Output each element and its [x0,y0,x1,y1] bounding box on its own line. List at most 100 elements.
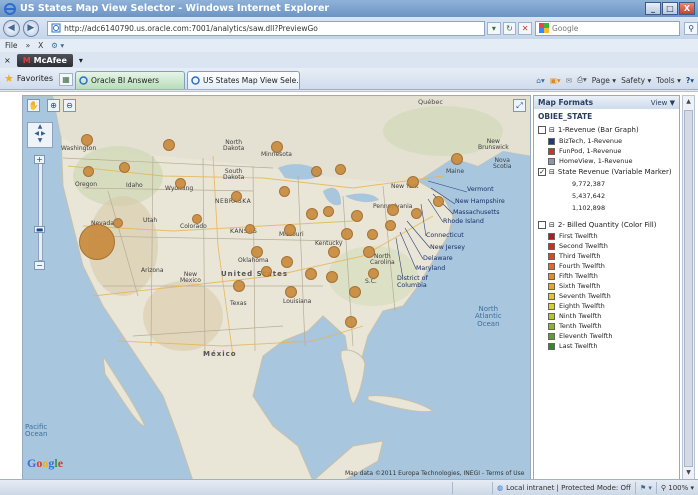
expand-icon[interactable]: ⊟ [549,221,555,229]
maximize-button[interactable]: □ [662,2,678,15]
revenue-marker-connecticut[interactable] [433,196,444,207]
revenue-marker-kansas[interactable] [245,224,255,234]
menu-close-x[interactable]: X [38,41,43,50]
quick-tabs-icon[interactable]: ▦ [59,73,74,86]
revenue-marker-new-york[interactable] [407,176,419,188]
format-checkbox-revenue-bar[interactable] [538,126,546,134]
revenue-marker-nebraska[interactable] [231,191,242,202]
revenue-marker-montana[interactable] [163,139,175,151]
legend-item: BizTech, 1-Revenue [534,136,679,146]
revenue-marker-oklahoma[interactable] [251,246,263,258]
revenue-marker-missouri[interactable] [284,224,296,236]
zoom-out-icon[interactable]: ⊖ [63,99,76,112]
revenue-marker-south-carolina[interactable] [368,268,379,279]
revenue-marker-texas[interactable] [233,280,245,292]
revenue-marker-california[interactable] [79,224,115,260]
zoom-in-icon[interactable]: ⊕ [47,99,60,112]
map-view[interactable]: Québec Washington North Dakota Minnesota… [22,95,531,480]
legend-item: Last Twelfth [534,341,679,351]
back-button[interactable]: ◀ [3,19,20,37]
print-icon[interactable]: ⎙▾ [577,75,587,85]
zoom-slider-thumb[interactable]: ▬ [34,226,45,234]
revenue-marker-iowa[interactable] [279,186,290,197]
expand-icon[interactable]: ⊟ [549,126,555,134]
ie-tab-icon [79,76,88,85]
format-checkbox-state-revenue[interactable]: ✓ [538,168,546,176]
tab-oracle-bi-answers[interactable]: Oracle BI Answers [75,71,186,89]
pan-hand-icon[interactable]: ✋ [27,99,40,112]
revenue-marker-wyoming[interactable] [175,178,186,189]
address-field[interactable]: http://adc6140790.us.oracle.com:7001/ana… [47,20,486,36]
mcafee-dropdown-icon[interactable]: ▾ [79,56,83,65]
pan-control-pad[interactable]: ▲ ◀ ▶ ▼ [27,122,53,148]
map-overview-toggle-icon[interactable]: ⤢ [513,99,526,112]
revenue-marker-arkansas[interactable] [281,256,293,268]
revenue-marker-kentucky[interactable] [341,228,353,240]
map-attribution[interactable]: Map data ©2011 Europa Technologies, INEG… [345,470,524,477]
revenue-marker-louisiana[interactable] [285,286,297,298]
revenue-marker-minnesota[interactable] [271,141,283,153]
map-label-washington: Washington [61,145,97,152]
revenue-marker-carolina[interactable] [363,246,375,258]
revenue-marker-colorado[interactable] [192,214,202,224]
forward-button[interactable]: ▶ [22,19,40,37]
page-menu[interactable]: Page ▾ [592,76,616,85]
vertical-scrollbar[interactable]: ▲ ▼ [682,95,695,480]
scrollbar-thumb[interactable] [684,110,693,467]
revenue-marker-michigan[interactable] [335,164,346,175]
revenue-marker-florida[interactable] [345,316,357,328]
search-magnifier-icon[interactable]: ⚲ [684,21,698,35]
zoom-slider-minus-icon[interactable]: − [34,261,45,270]
zoom-slider-plus-icon[interactable]: + [34,155,45,164]
close-window-button[interactable]: X [679,2,695,15]
revenue-marker-alabama[interactable] [326,271,338,283]
revenue-marker-tennessee[interactable] [328,246,340,258]
revenue-marker-nevada[interactable] [113,218,123,228]
feeds-icon[interactable]: ▣▾ [550,76,561,85]
expand-icon[interactable]: ⊟ [549,168,555,176]
revenue-marker-illinois[interactable] [306,208,318,220]
addon-close-x[interactable]: × [4,56,11,65]
revenue-marker-washington[interactable] [81,134,93,146]
dropdown-arrow-icon[interactable]: ▾ [487,21,501,35]
format-row-revenue-bar[interactable]: ⊟ 1-Revenue (Bar Graph) [534,124,679,136]
revenue-marker-pennsylvania[interactable] [387,204,399,216]
menu-overflow-chevron[interactable]: » [26,41,31,50]
revenue-marker-wisconsin[interactable] [311,166,322,177]
search-input[interactable]: Google [534,20,681,36]
toolbar-tool-icon[interactable]: ⚙ ▾ [51,41,64,50]
format-row-state-revenue[interactable]: ✓ ⊟ State Revenue (Variable Marker) [534,166,679,178]
menu-file[interactable]: File [5,41,18,50]
refresh-icon[interactable]: ↻ [502,21,517,35]
help-icon[interactable]: ?▾ [686,76,694,85]
format-row-billed-quantity[interactable]: ⊟ 2- Billed Quantity (Color Fill) [534,219,679,231]
revenue-marker-new-jersey[interactable] [411,208,422,219]
revenue-marker-georgia[interactable] [349,286,361,298]
revenue-marker-mississippi[interactable] [305,268,317,280]
scroll-down-icon[interactable]: ▼ [683,467,694,479]
format-checkbox-billed-quantity[interactable] [538,221,546,229]
panel-view-menu[interactable]: View ▼ [651,99,675,107]
map-label-utah: Utah [143,217,158,224]
revenue-marker-ohio[interactable] [351,210,363,222]
protected-mode-icon[interactable]: ⚑ ▾ [634,481,656,494]
favorites-button[interactable]: ★ Favorites [4,69,53,87]
scroll-up-icon[interactable]: ▲ [683,96,694,108]
tab-us-states-map[interactable]: US States Map View Sele... X [187,71,301,89]
revenue-marker-west-virginia[interactable] [367,229,378,240]
revenue-marker-maine[interactable] [451,153,463,165]
safety-menu[interactable]: Safety ▾ [621,76,651,85]
zoom-control[interactable]: ⚲ 100% ▾ [655,481,698,494]
minimize-button[interactable]: _ [645,2,661,15]
revenue-marker-oregon[interactable] [83,166,94,177]
zoom-slider[interactable] [38,161,43,261]
mcafee-button[interactable]: M McAfee [16,53,73,67]
home-icon[interactable]: ⌂▾ [536,76,545,85]
mail-icon[interactable]: ✉ [566,76,572,85]
tools-menu[interactable]: Tools ▾ [656,76,681,85]
revenue-marker-virginia[interactable] [385,220,396,231]
revenue-marker-indiana[interactable] [323,206,334,217]
revenue-marker-texas-north[interactable] [261,266,272,277]
revenue-marker-idaho[interactable] [119,162,130,173]
stop-icon[interactable]: ✕ [518,21,532,35]
